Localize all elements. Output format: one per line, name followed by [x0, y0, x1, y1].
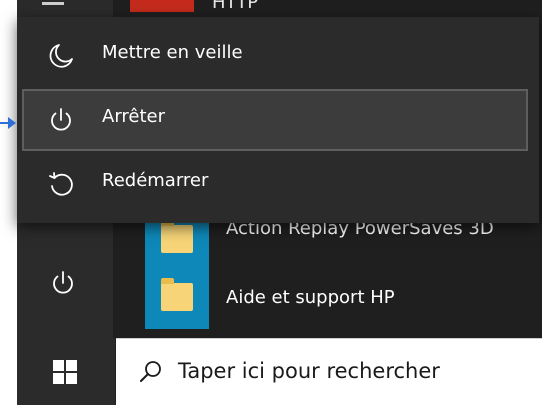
- restart-icon: [49, 172, 73, 196]
- search-placeholder: Taper ici pour rechercher: [178, 359, 440, 383]
- sleep-label: Mettre en veille: [102, 42, 243, 63]
- app-list-item-label: HTTP: [212, 0, 259, 13]
- power-icon: [51, 108, 71, 131]
- pointer-arrow-icon: [0, 117, 16, 129]
- shutdown-menu-item[interactable]: Arrêter: [22, 89, 528, 151]
- app-tile[interactable]: [145, 265, 209, 329]
- app-icon: [130, 0, 194, 12]
- hamburger-icon: [42, 2, 64, 5]
- start-button[interactable]: [17, 338, 115, 405]
- power-icon[interactable]: [48, 268, 78, 298]
- app-list-item-label[interactable]: Aide et support HP: [226, 287, 395, 308]
- search-icon: [140, 361, 161, 382]
- shutdown-label: Arrêter: [102, 106, 166, 127]
- restart-menu-item[interactable]: Redémarrer: [22, 153, 528, 215]
- folder-icon: [161, 278, 193, 311]
- windows-logo-icon: [53, 360, 77, 384]
- taskbar: Taper ici pour rechercher: [17, 338, 542, 405]
- search-box[interactable]: Taper ici pour rechercher: [116, 338, 542, 405]
- sleep-menu-item[interactable]: Mettre en veille: [22, 25, 528, 87]
- folder-icon: [161, 220, 193, 253]
- sleep-moon-icon: [49, 44, 73, 68]
- restart-label: Redémarrer: [102, 170, 209, 191]
- power-options-menu: Mettre en veille Arrêter Redémarrer: [17, 17, 539, 223]
